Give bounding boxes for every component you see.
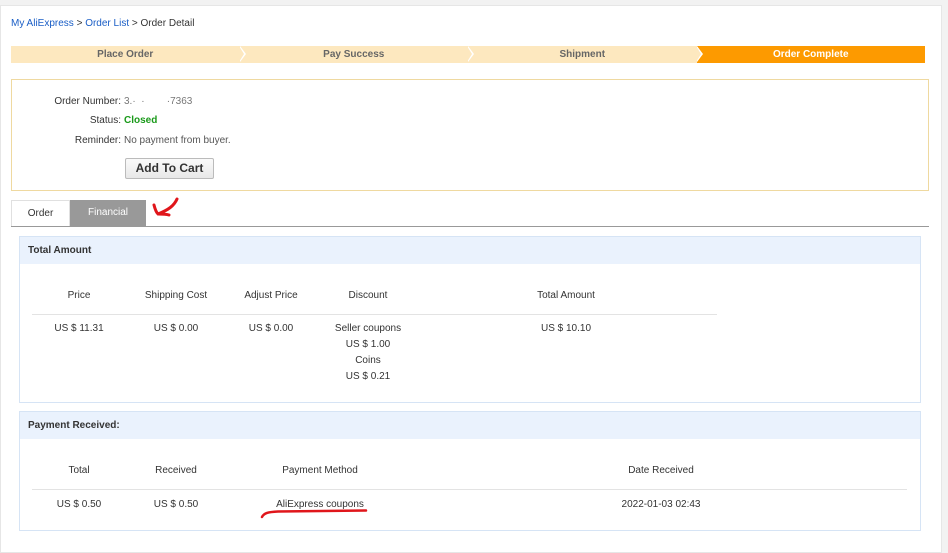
col-header-received: Received bbox=[155, 465, 197, 476]
total-amount-section: Total Amount Price Shipping Cost Adjust … bbox=[19, 236, 921, 403]
col-header-adjust: Adjust Price bbox=[244, 290, 298, 301]
col-header-total: Total bbox=[68, 465, 90, 476]
reminder-label: Reminder: bbox=[74, 135, 121, 146]
step-label: Pay Success bbox=[323, 49, 385, 60]
status-value: Closed bbox=[124, 115, 158, 126]
row-divider bbox=[32, 314, 717, 315]
breadcrumb-current: Order Detail bbox=[140, 18, 195, 29]
tab-order[interactable]: Order bbox=[11, 200, 70, 226]
row-divider bbox=[32, 489, 907, 490]
adjust-value: US $ 0.00 bbox=[248, 323, 294, 334]
order-progress-steps: Place Order Pay Success Shipment Order C… bbox=[11, 46, 925, 63]
discount-seller-coupons-label: Seller coupons bbox=[334, 323, 402, 334]
tab-financial[interactable]: Financial bbox=[70, 200, 146, 226]
annotation-arrow-icon bbox=[152, 197, 179, 217]
discount-coins-amount: US $ 0.21 bbox=[345, 371, 391, 382]
reminder-value: No payment from buyer. bbox=[124, 135, 231, 146]
breadcrumb: My AliExpress > Order List > Order Detai… bbox=[11, 18, 194, 29]
discount-value: Seller coupons US $ 1.00 Coins US $ 0.21 bbox=[335, 321, 401, 385]
step-order-complete: Order Complete bbox=[696, 46, 925, 63]
date-received-value: 2022-01-03 02:43 bbox=[621, 499, 701, 510]
col-header-shipping: Shipping Cost bbox=[144, 290, 208, 301]
breadcrumb-separator: > bbox=[131, 18, 138, 29]
shipping-value: US $ 0.00 bbox=[153, 323, 199, 334]
discount-seller-coupons-amount: US $ 1.00 bbox=[345, 339, 391, 350]
price-value: US $ 11.31 bbox=[54, 323, 104, 334]
step-shipment: Shipment bbox=[468, 46, 703, 63]
total-value: US $ 10.10 bbox=[540, 323, 592, 334]
breadcrumb-my-aliexpress[interactable]: My AliExpress bbox=[11, 18, 74, 29]
section-title: Payment Received: bbox=[20, 412, 920, 439]
step-place-order: Place Order bbox=[11, 46, 246, 63]
payment-received-value: US $ 0.50 bbox=[153, 499, 199, 510]
col-header-price: Price bbox=[67, 290, 91, 301]
col-header-payment-method: Payment Method bbox=[282, 465, 358, 476]
order-number-label: Order Number: bbox=[54, 96, 121, 107]
payment-total-value: US $ 0.50 bbox=[56, 499, 102, 510]
step-label: Order Complete bbox=[772, 49, 849, 60]
section-title: Total Amount bbox=[20, 237, 920, 264]
tab-divider bbox=[11, 226, 929, 227]
col-header-total: Total Amount bbox=[537, 290, 595, 301]
discount-coins-label: Coins bbox=[355, 355, 381, 366]
order-number-value: 3.· · ·7363 bbox=[124, 96, 193, 107]
order-info-box: Order Number: 3.· · ·7363 Status: Closed… bbox=[11, 79, 929, 191]
step-pay-success: Pay Success bbox=[239, 46, 474, 63]
annotation-underline-icon bbox=[260, 509, 368, 519]
breadcrumb-separator: > bbox=[76, 18, 83, 29]
add-to-cart-button[interactable]: Add To Cart bbox=[125, 158, 214, 179]
step-label: Place Order bbox=[97, 49, 154, 60]
breadcrumb-order-list[interactable]: Order List bbox=[85, 18, 129, 29]
col-header-date-received: Date Received bbox=[628, 465, 694, 476]
step-label: Shipment bbox=[559, 49, 606, 60]
status-label: Status: bbox=[89, 115, 121, 126]
payment-received-section: Payment Received: Total Received Payment… bbox=[19, 411, 921, 531]
col-header-discount: Discount bbox=[348, 290, 388, 301]
